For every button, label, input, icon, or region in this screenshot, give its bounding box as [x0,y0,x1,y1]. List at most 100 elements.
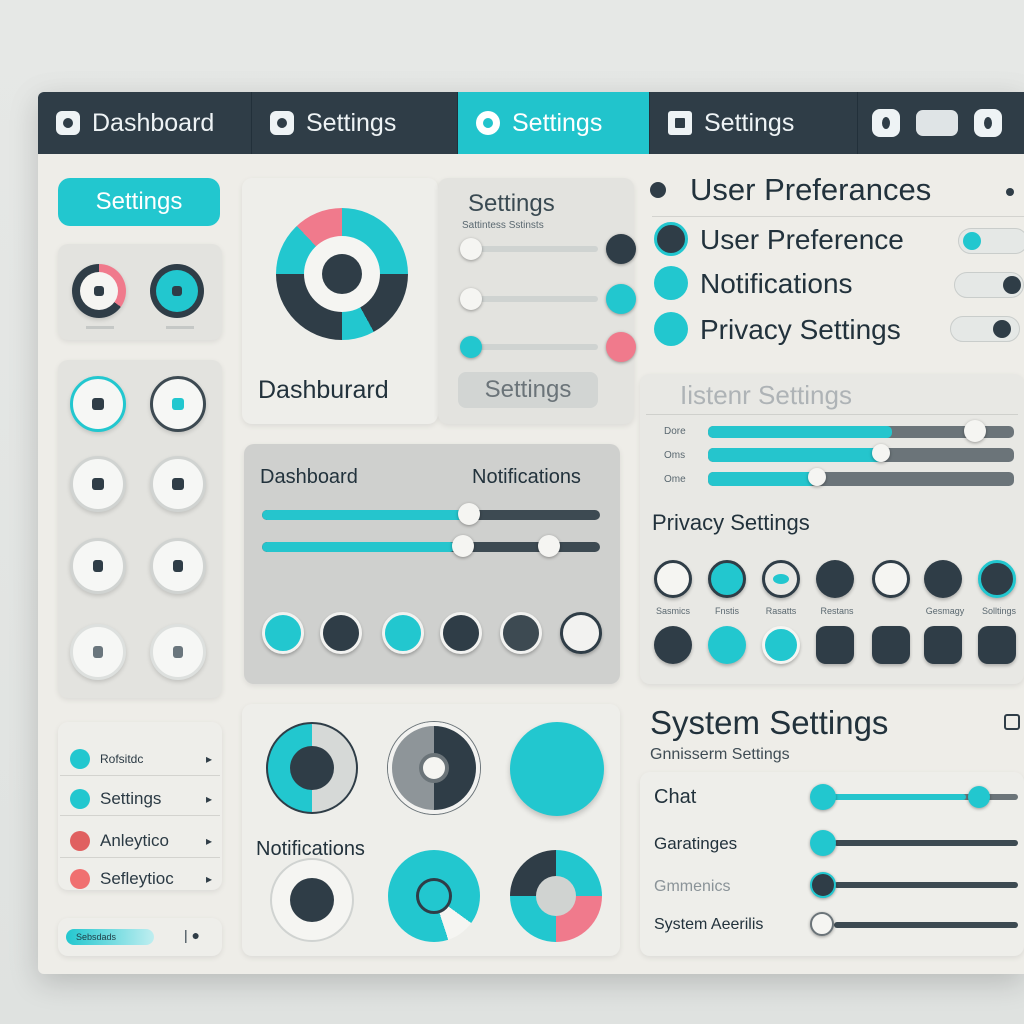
system-setting-slider[interactable] [834,922,1018,928]
settings-icon [476,111,500,135]
privacy-icon-button[interactable] [924,560,962,598]
dial-button[interactable] [500,612,542,654]
dashboard-dial[interactable] [276,208,408,340]
slider-end-knob[interactable] [606,284,636,314]
slider-start-knob[interactable] [810,872,836,898]
tab-settings-1[interactable]: Settings [252,92,458,154]
knob-button[interactable] [150,624,206,680]
dial-button[interactable] [382,612,424,654]
user-icon [654,222,688,256]
privacy-icon-button[interactable] [978,560,1016,598]
knob-button[interactable] [70,376,126,432]
settings-slider-track[interactable] [468,344,598,350]
large-knob[interactable] [510,850,602,942]
dial-center-icon [322,254,362,294]
dial-button[interactable] [320,612,362,654]
level-slider-thumb[interactable] [452,535,474,557]
dial-button[interactable] [262,612,304,654]
info-icon[interactable] [974,109,1002,137]
item-dot-icon [70,788,90,809]
slider-end-knob[interactable] [606,332,636,362]
knob-center [290,746,334,790]
slider-start-knob[interactable] [810,784,836,810]
toggle-icon[interactable] [916,110,958,136]
knob-button[interactable] [150,456,206,512]
system-slider-thumb[interactable] [808,468,826,486]
system-settings-panel: System Settings Gnnisserm Settings Chat … [640,696,1024,964]
privacy-icon-button[interactable] [924,626,962,664]
tools-icon [93,646,103,658]
tab-label: Settings [306,108,397,137]
system-setting-slider[interactable] [832,794,1018,800]
user-prefs-heading: User Preferances [690,172,932,207]
sidebar-item-rofsitdc[interactable]: Rofsitdc ▸ [60,742,220,776]
knob-button[interactable] [150,264,204,318]
user-preference-toggle[interactable] [958,228,1024,254]
privacy-icon-button[interactable] [654,560,692,598]
system-slider[interactable] [708,472,1014,486]
large-knob[interactable] [388,722,480,814]
privacy-icon-button[interactable] [762,560,800,598]
privacy-icon-button[interactable] [816,560,854,598]
privacy-icon-button[interactable] [708,626,746,664]
drop-icon[interactable] [872,109,900,137]
settings-slider-track[interactable] [468,296,598,302]
system-slider-thumb[interactable] [964,420,986,442]
footer-progress[interactable]: Sebsdads [66,929,154,945]
dial-inner [304,236,380,312]
large-knob[interactable] [388,850,480,942]
slider-fill [262,542,455,552]
privacy-icon-button[interactable] [816,626,854,664]
system-setting-slider[interactable] [834,882,1018,888]
item-dot-icon [70,830,90,851]
slider-end-knob[interactable] [606,234,636,264]
toggle-knob [963,232,981,250]
system-block-faded-heading: Iistenr Settings [680,380,852,410]
settings-chip-button[interactable]: Settings [58,178,220,226]
slider-thumb[interactable] [460,288,482,310]
large-knob[interactable] [266,722,358,814]
sidebar-item-sefleytioc[interactable]: Sefleytioc ▸ [60,862,220,896]
tab-settings-active[interactable]: Settings [458,92,650,154]
slider-thumb[interactable] [460,238,482,260]
privacy-icon-button[interactable] [978,626,1016,664]
slider-start-knob[interactable] [810,830,836,856]
knob-button[interactable] [150,538,206,594]
privacy-icon-button[interactable] [762,626,800,664]
knob-button[interactable] [70,456,126,512]
slider-thumb[interactable] [460,336,482,358]
system-slider[interactable] [708,448,1014,462]
dial-button[interactable] [560,612,602,654]
knob-button[interactable] [72,264,126,318]
privacy-icon-button[interactable] [654,626,692,664]
level-slider-thumb-2[interactable] [538,535,560,557]
large-knob[interactable] [510,722,604,816]
knob-button[interactable] [150,376,206,432]
tab-dashboard[interactable]: Dashboard [38,92,252,154]
sidebar-item-label: Rofsitdc [100,751,144,766]
knob-button[interactable] [70,624,126,680]
privacy-toggle[interactable] [950,316,1020,342]
settings-card-title: Settings [468,190,555,217]
sidebar-item-analytics[interactable]: Anleytico ▸ [60,824,220,858]
privacy-icon-button[interactable] [708,560,746,598]
slider-thumb[interactable] [968,786,990,808]
knob-button[interactable] [70,538,126,594]
button-label: Settings [484,376,572,403]
dial-button[interactable] [440,612,482,654]
privacy-icon-button[interactable] [872,560,910,598]
level-slider-thumb[interactable] [458,503,480,525]
pref-item-label: Privacy Settings [700,314,901,345]
privacy-icon-label: Sasmics [655,606,690,616]
slider-start-knob[interactable] [810,912,834,936]
system-setting-slider[interactable] [834,840,1018,846]
notifications-toggle[interactable] [954,272,1024,298]
settings-card-button[interactable]: Settings [458,372,598,408]
privacy-icon-button[interactable] [872,626,910,664]
sidebar-item-settings[interactable]: Settings ▸ [60,782,220,816]
tab-settings-3[interactable]: Settings [650,92,858,154]
large-knob[interactable] [270,858,354,942]
system-slider-thumb[interactable] [872,444,890,462]
level-slider[interactable] [262,510,600,520]
settings-slider-track[interactable] [468,246,598,252]
